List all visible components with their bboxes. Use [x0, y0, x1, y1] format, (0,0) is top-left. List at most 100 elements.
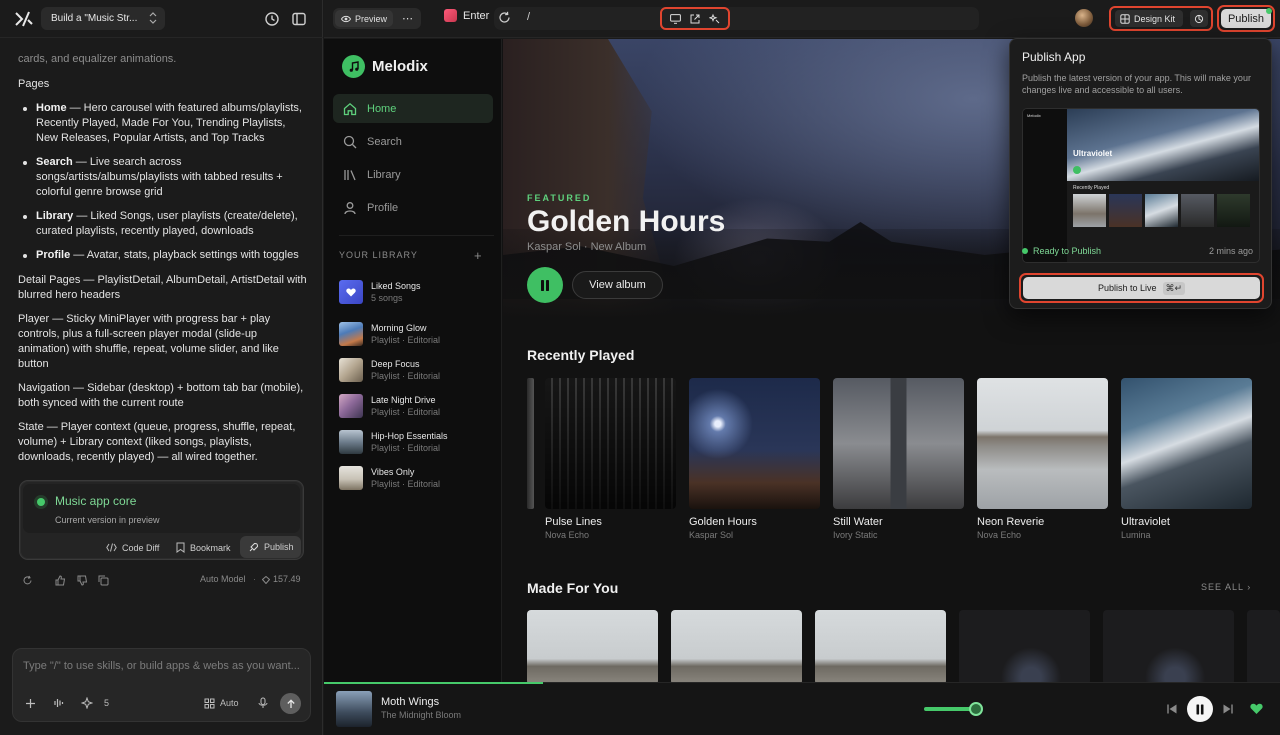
playback-progress-bar[interactable] — [324, 682, 543, 684]
see-all-link[interactable]: SEE ALL › — [1201, 582, 1251, 592]
album-card[interactable]: Pulse Lines Nova Echo — [545, 378, 676, 540]
design-kit-button[interactable]: Design Kit — [1115, 10, 1183, 27]
retry-icon[interactable] — [22, 575, 33, 586]
publish-status: Ready to Publish — [1022, 246, 1101, 256]
music-note-icon — [342, 55, 365, 78]
skills-button[interactable]: 5 — [81, 694, 109, 712]
library-item[interactable]: Liked Songs 5 songs — [339, 280, 494, 306]
playlist-card[interactable] — [1247, 610, 1280, 685]
project-selector[interactable]: Build a "Music Str... — [41, 7, 165, 30]
playlist-card[interactable] — [671, 610, 802, 685]
library-item-title: Vibes Only — [371, 467, 415, 477]
preview-tab[interactable]: Preview — [335, 10, 393, 27]
app-logo-icon[interactable] — [14, 10, 34, 28]
url-path-input[interactable]: / — [527, 11, 530, 23]
library-item[interactable]: Vibes Only Playlist · Editorial — [339, 466, 494, 492]
playlist-card[interactable] — [959, 610, 1090, 685]
playlist-card[interactable] — [527, 610, 658, 685]
nav-item-home[interactable]: Home — [333, 94, 493, 123]
refresh-icon[interactable] — [498, 11, 511, 24]
user-icon — [344, 201, 356, 214]
hero-label: FEATURED — [527, 193, 592, 203]
like-heart-icon[interactable] — [1250, 703, 1263, 715]
album-card[interactable]: Still Water Ivory Static — [833, 378, 964, 540]
rocket-icon — [249, 542, 259, 551]
card-peek — [527, 378, 534, 509]
send-button[interactable] — [280, 693, 301, 714]
chat-input-placeholder: Type "/" to use skills, or build apps & … — [23, 660, 300, 672]
volume-slider-handle[interactable] — [969, 702, 983, 716]
design-kit-group: Design Kit — [1109, 6, 1213, 31]
section-title-made-for-you: Made For You — [527, 580, 619, 596]
more-options-icon[interactable]: ⋯ — [402, 12, 413, 25]
microphone-button[interactable] — [258, 694, 268, 712]
plus-icon — [26, 698, 35, 708]
microphone-icon — [258, 697, 268, 708]
desktop-view-icon[interactable] — [670, 13, 682, 24]
add-playlist-icon[interactable]: + — [474, 248, 482, 263]
bookmark-button[interactable]: Bookmark — [176, 538, 231, 557]
playlist-cover — [339, 394, 363, 418]
inspect-sparkle-icon[interactable] — [708, 13, 720, 24]
settings-brush-button[interactable] — [1190, 10, 1208, 27]
waveform-icon — [54, 699, 64, 707]
chat-input[interactable]: Type "/" to use skills, or build apps & … — [12, 648, 311, 722]
thumb-brand: Melodix — [1027, 113, 1041, 118]
project-title: Build a "Music Str... — [51, 13, 138, 24]
app-sidebar: Melodix Home Search Library Profile YOUR… — [324, 39, 502, 682]
library-item-sub: Playlist · Editorial — [371, 407, 441, 417]
publish-button[interactable]: Publish — [1221, 9, 1271, 28]
library-item[interactable]: Morning Glow Playlist · Editorial — [339, 322, 494, 348]
add-attachment-button[interactable] — [25, 694, 36, 712]
publish-to-live-button[interactable]: Publish to Live ⌘↵ — [1023, 277, 1260, 299]
status-dot-icon — [1022, 248, 1028, 254]
nav-item-profile[interactable]: Profile — [333, 193, 493, 222]
enter-app-button[interactable]: Enter — [444, 9, 489, 22]
version-title: Music app core — [55, 494, 137, 508]
album-card[interactable]: Neon Reverie Nova Echo — [977, 378, 1108, 540]
album-card[interactable]: Golden Hours Kaspar Sol — [689, 378, 820, 540]
previous-track-icon[interactable] — [1166, 703, 1178, 715]
version-card[interactable]: Music app core Current version in previe… — [19, 480, 304, 560]
view-album-button[interactable]: View album — [572, 271, 663, 299]
play-pause-button[interactable] — [1187, 696, 1213, 722]
open-external-icon[interactable] — [690, 14, 700, 24]
thumbs-down-icon[interactable] — [77, 575, 88, 586]
library-item-sub: Playlist · Editorial — [371, 371, 441, 381]
divider — [339, 235, 494, 236]
sidebar-toggle-icon[interactable] — [291, 11, 307, 27]
history-icon[interactable] — [264, 11, 280, 27]
playlist-card[interactable] — [1103, 610, 1234, 685]
home-icon — [343, 102, 357, 115]
library-item[interactable]: Deep Focus Playlist · Editorial — [339, 358, 494, 384]
album-art — [833, 378, 964, 509]
status-dot-icon — [37, 498, 45, 506]
thumbs-up-icon[interactable] — [55, 575, 66, 586]
version-publish-button[interactable]: Publish — [240, 536, 301, 558]
version-card-header: Music app core Current version in previe… — [23, 484, 300, 533]
album-art — [545, 378, 676, 509]
card-title: Ultraviolet — [1121, 516, 1170, 528]
copy-icon[interactable] — [98, 575, 109, 586]
nav-item-search[interactable]: Search — [333, 127, 493, 156]
track-title: Moth Wings — [381, 696, 440, 708]
library-item[interactable]: Hip-Hop Essentials Playlist · Editorial — [339, 430, 494, 456]
album-card[interactable]: Ultraviolet Lumina — [1121, 378, 1252, 540]
playlist-card[interactable] — [815, 610, 946, 685]
next-track-icon[interactable] — [1222, 703, 1234, 715]
nav-item-library[interactable]: Library — [333, 160, 493, 189]
design-kit-icon — [1120, 13, 1130, 24]
library-item-title: Late Night Drive — [371, 395, 436, 405]
preview-toggle[interactable]: Preview ⋯ — [333, 8, 421, 29]
user-avatar[interactable] — [1075, 9, 1093, 27]
library-heading: YOUR LIBRARY — [339, 250, 418, 260]
library-item[interactable]: Late Night Drive Playlist · Editorial — [339, 394, 494, 420]
thumb-card — [1217, 194, 1250, 227]
voice-wave-button[interactable] — [53, 694, 65, 712]
library-item-title: Morning Glow — [371, 323, 427, 333]
hero-pause-button[interactable] — [527, 267, 563, 303]
code-diff-button[interactable]: Code Diff — [106, 538, 159, 557]
card-artist: Kaspar Sol — [689, 530, 734, 540]
track-art[interactable] — [336, 691, 372, 727]
auto-mode-button[interactable]: Auto — [204, 694, 239, 712]
